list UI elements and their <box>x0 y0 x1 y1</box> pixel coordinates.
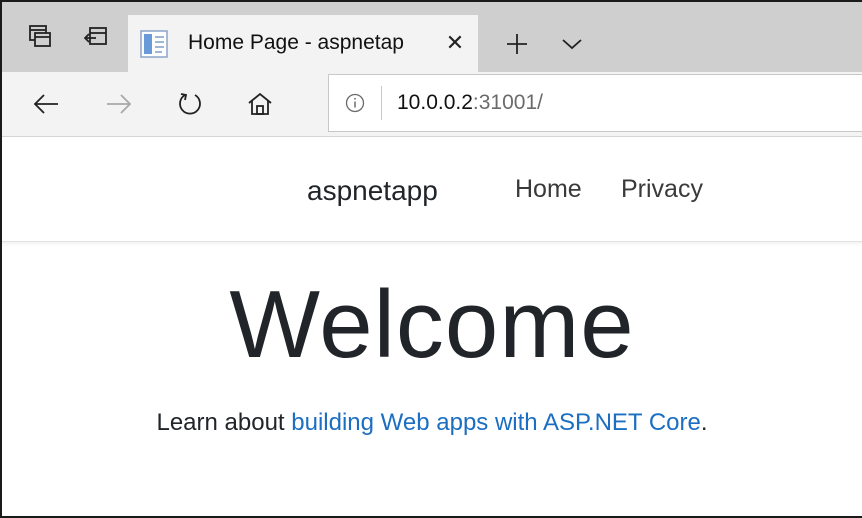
refresh-button[interactable] <box>168 82 212 126</box>
nav-link-privacy[interactable]: Privacy <box>621 175 703 204</box>
refresh-icon <box>179 93 201 115</box>
set-tabs-aside-button[interactable] <box>78 16 114 56</box>
forward-button[interactable] <box>97 82 141 126</box>
page-content: aspnetapp Home Privacy Welcome Learn abo… <box>2 137 862 516</box>
address-bar[interactable]: 10.0.0.2:31001/ <box>328 74 862 132</box>
tab-title: Home Page - aspnetap <box>188 31 404 54</box>
new-tab-button[interactable] <box>499 26 535 62</box>
back-button[interactable] <box>24 82 68 126</box>
learn-suffix: . <box>700 409 708 436</box>
nav-link-home[interactable]: Home <box>515 175 582 204</box>
info-icon <box>345 93 365 113</box>
tab-active[interactable]: Home Page - aspnetap ✕ <box>128 15 478 72</box>
page-icon <box>140 30 168 58</box>
arrow-right-icon <box>107 94 132 114</box>
welcome-heading: Welcome <box>229 271 635 378</box>
url-port-path: :31001/ <box>472 91 543 114</box>
plus-icon <box>507 34 527 54</box>
site-navbar: aspnetapp Home Privacy <box>2 137 862 242</box>
home-button[interactable] <box>238 82 282 126</box>
navigation-bar: 10.0.0.2:31001/ <box>2 72 862 137</box>
address-divider <box>381 86 382 120</box>
tab-strip: Home Page - aspnetap ✕ <box>2 2 862 72</box>
tab-close-button[interactable]: ✕ <box>440 27 470 59</box>
home-icon <box>248 92 272 115</box>
arrow-left-icon <box>33 94 58 114</box>
tabs-aside-icon <box>84 27 107 45</box>
tab-stack-icon <box>29 25 51 47</box>
url-host: 10.0.0.2 <box>397 91 473 114</box>
tab-actions-button[interactable] <box>22 16 58 56</box>
close-icon: ✕ <box>445 30 465 55</box>
learn-paragraph: Learn about building Web apps with ASP.N… <box>2 409 862 437</box>
url-text[interactable]: 10.0.0.2:31001/ <box>397 91 543 115</box>
learn-prefix: Learn about <box>156 409 292 436</box>
tab-preview-toggle[interactable] <box>554 26 590 62</box>
chevron-down-icon <box>562 39 582 50</box>
site-brand-link[interactable]: aspnetapp <box>307 175 438 207</box>
browser-window: Home Page - aspnetap ✕ 10.0.0.2:31001/ a… <box>0 0 862 518</box>
aspnet-docs-link[interactable]: building Web apps with ASP.NET Core <box>291 409 701 436</box>
site-info-button[interactable] <box>343 91 367 115</box>
